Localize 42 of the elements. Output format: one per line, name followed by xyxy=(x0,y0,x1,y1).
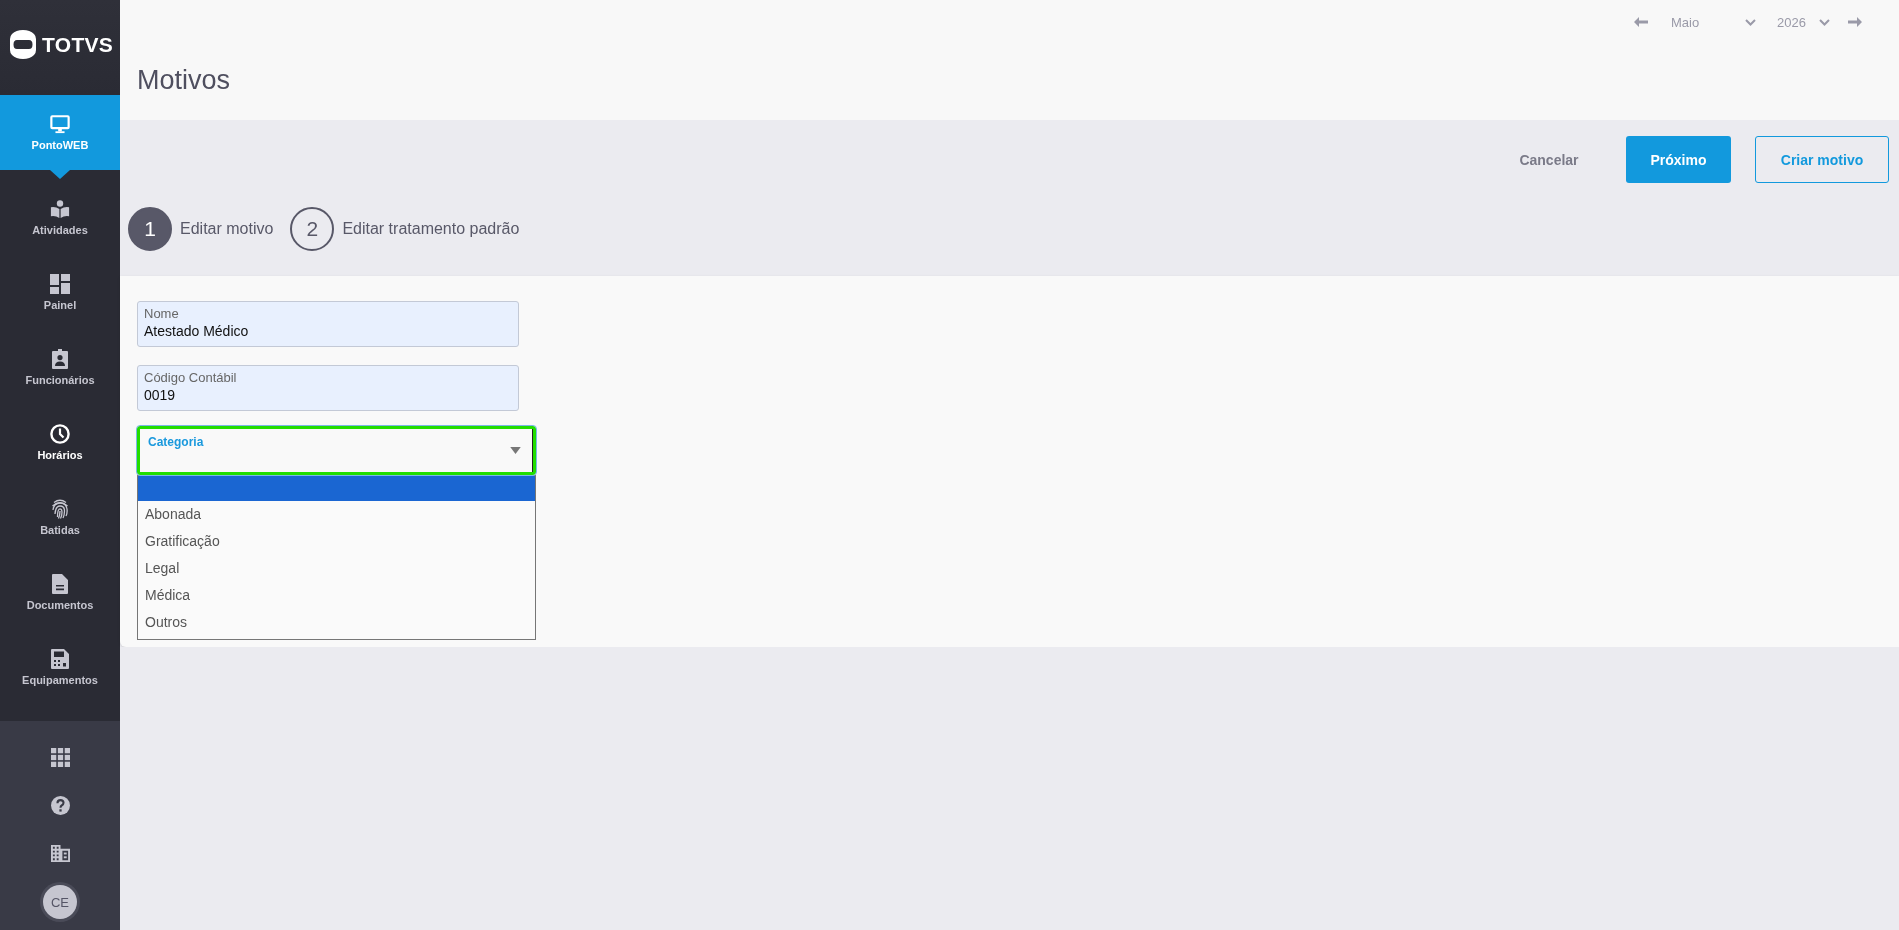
sidebar-item[interactable]: Documentos xyxy=(0,555,120,630)
logo-icon xyxy=(10,30,36,59)
cancel-button[interactable]: Cancelar xyxy=(1504,136,1594,183)
chevron-down-icon xyxy=(1745,18,1756,26)
dashboard-icon xyxy=(50,273,70,294)
step-number: 1 xyxy=(128,207,172,251)
book-reader-icon xyxy=(50,198,70,219)
building-icon xyxy=(50,843,70,863)
text-field[interactable]: Código Contábil 0019 xyxy=(137,365,519,411)
step-label: Editar motivo xyxy=(180,220,274,238)
arrow-right-icon xyxy=(1848,17,1862,27)
user-avatar[interactable]: CE xyxy=(43,885,77,919)
step-label: Editar tratamento padrão xyxy=(342,220,520,238)
sidebar-item[interactable]: Atividades xyxy=(0,180,120,255)
sidebar-item[interactable]: Equipamentos xyxy=(0,630,120,705)
sidebar-item[interactable]: Horários xyxy=(0,405,120,480)
chevron-down-icon xyxy=(1819,18,1830,26)
clock-icon xyxy=(50,423,70,444)
sidebar-item[interactable]: Funcionários xyxy=(0,330,120,405)
dropdown-option[interactable]: Legal xyxy=(138,555,535,582)
sidebar-item[interactable]: Batidas xyxy=(0,480,120,555)
device-icon xyxy=(50,648,70,669)
dropdown-option[interactable]: Gratificação xyxy=(138,528,535,555)
help-icon xyxy=(50,795,70,815)
next-month-button[interactable] xyxy=(1848,17,1862,27)
apps-grid-icon xyxy=(50,747,70,767)
dropdown-option[interactable]: Médica xyxy=(138,582,535,609)
text-field[interactable]: Nome Atestado Médico xyxy=(137,301,519,347)
document-icon xyxy=(50,573,70,594)
id-badge-icon xyxy=(50,348,70,369)
page-title: Motivos xyxy=(137,64,231,96)
fingerprint-icon xyxy=(50,498,70,519)
selection-pointer-icon xyxy=(50,170,70,179)
dropdown-option[interactable]: Outros xyxy=(138,609,535,636)
dropdown-option[interactable]: Abonada xyxy=(138,501,535,528)
sidebar-item[interactable]: Painel xyxy=(0,255,120,330)
step-number: 2 xyxy=(290,207,335,251)
previous-month-button[interactable] xyxy=(1634,17,1648,27)
monitor-icon xyxy=(50,113,70,134)
caret-icon xyxy=(510,447,521,454)
logo-text: TOTVS xyxy=(42,34,114,55)
arrow-left-icon xyxy=(1634,17,1648,27)
